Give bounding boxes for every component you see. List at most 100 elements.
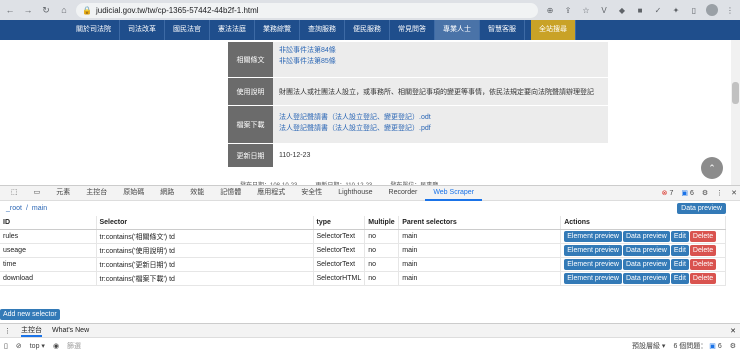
- element-preview-button[interactable]: Element preview: [564, 273, 622, 284]
- nav-item-about[interactable]: 關於司法院: [68, 20, 120, 40]
- col-type: type: [313, 216, 366, 230]
- puzzle-icon[interactable]: ✦: [670, 4, 682, 16]
- eye-icon[interactable]: ◉: [53, 342, 59, 350]
- related-link-1[interactable]: 非訟事件法第84條: [279, 45, 602, 56]
- cell-selector: tr:contains('使用說明') td: [96, 243, 314, 258]
- file-pdf-link[interactable]: 法人登記聲請書（法人設立登記、變更登記）.pdf: [279, 123, 602, 134]
- col-parent: Parent selectors: [398, 216, 562, 230]
- data-preview-row-button[interactable]: Data preview: [622, 259, 670, 270]
- scroll-to-top-button[interactable]: ⌃: [701, 157, 723, 179]
- filter-input[interactable]: 篩選: [67, 341, 624, 351]
- levels-select[interactable]: 預設層級 ▾: [632, 341, 665, 351]
- url-text: judicial.gov.tw/tw/cp-1365-57442-44b2f-1…: [95, 5, 259, 15]
- extension-icon-3[interactable]: ✓: [652, 4, 664, 16]
- tab-console[interactable]: 主控台: [78, 185, 115, 201]
- menu-icon[interactable]: ⋮: [724, 4, 736, 16]
- cell-multiple: no: [364, 229, 400, 244]
- page-content: 相關條文 非訟事件法第84條 非訟事件法第85條 使用說明 財團法人或社團法人設…: [0, 40, 740, 185]
- page-scrollbar[interactable]: [731, 40, 740, 185]
- site-search-button[interactable]: 全站搜尋: [531, 20, 576, 40]
- sidebar-toggle-icon[interactable]: ▯: [4, 342, 8, 350]
- nav-item-services[interactable]: 便民服務: [345, 20, 390, 40]
- tab-memory[interactable]: 記憶體: [212, 185, 249, 201]
- forward-icon[interactable]: →: [22, 5, 34, 15]
- data-preview-row-button[interactable]: Data preview: [622, 245, 670, 256]
- edit-button[interactable]: Edit: [670, 231, 689, 242]
- error-badge[interactable]: ⊗ 7: [662, 189, 674, 197]
- table-row: time tr:contains('更新日期') td SelectorText no…: [0, 257, 726, 272]
- web-scraper-panel: _root / main Data preview ID Selector ty…: [0, 201, 740, 320]
- tab-application[interactable]: 應用程式: [249, 185, 293, 201]
- bookmark-star-icon[interactable]: ☆: [580, 4, 592, 16]
- drawer-close-icon[interactable]: ✕: [730, 327, 736, 335]
- nav-item-faq[interactable]: 常見問答: [390, 20, 435, 40]
- related-link-2[interactable]: 非訟事件法第85條: [279, 56, 602, 67]
- data-preview-row-button[interactable]: Data preview: [622, 231, 670, 242]
- breadcrumb-main[interactable]: main: [32, 205, 47, 212]
- device-icon[interactable]: ▭: [26, 185, 49, 201]
- element-preview-button[interactable]: Element preview: [564, 231, 622, 242]
- zoom-icon[interactable]: ⊕: [544, 4, 556, 16]
- issues-link[interactable]: 6 個問題： ▣ 6: [673, 341, 721, 351]
- nav-item-constitutional-court[interactable]: 憲法法庭: [210, 20, 255, 40]
- avatar[interactable]: [706, 4, 718, 16]
- delete-button[interactable]: Delete: [689, 259, 717, 270]
- cell-actions: Element preview Data preview Edit Delete: [560, 229, 726, 244]
- address-bar[interactable]: 🔒 judicial.gov.tw/tw/cp-1365-57442-44b2f…: [76, 2, 538, 18]
- sidebar-icon[interactable]: ▯: [688, 4, 700, 16]
- nav-item-reform[interactable]: 司法改革: [120, 20, 165, 40]
- tab-security[interactable]: 安全性: [293, 185, 330, 201]
- drawer-tab-console[interactable]: 主控台: [21, 325, 42, 337]
- breadcrumb-root[interactable]: _root: [6, 205, 22, 212]
- delete-button[interactable]: Delete: [689, 245, 717, 256]
- edit-button[interactable]: Edit: [670, 273, 689, 284]
- cell-type: SelectorText: [313, 243, 366, 258]
- tab-recorder[interactable]: Recorder: [381, 185, 426, 201]
- element-preview-button[interactable]: Element preview: [564, 245, 622, 256]
- delete-button[interactable]: Delete: [689, 273, 717, 284]
- edit-button[interactable]: Edit: [670, 245, 689, 256]
- tab-network[interactable]: 網路: [152, 185, 182, 201]
- nav-item-smart-service[interactable]: 智慧客服: [480, 20, 525, 40]
- home-icon[interactable]: ⌂: [58, 5, 70, 15]
- data-preview-button[interactable]: Data preview: [677, 203, 726, 214]
- law-table: 相關條文 非訟事件法第84條 非訟事件法第85條 使用說明 財團法人或社團法人設…: [228, 42, 608, 168]
- edit-button[interactable]: Edit: [670, 259, 689, 270]
- cell-parent: main: [398, 271, 562, 286]
- drawer-menu-icon[interactable]: ⋮: [4, 327, 11, 335]
- files-key: 檔案下載: [228, 106, 273, 143]
- extension-v-icon[interactable]: V: [598, 4, 610, 16]
- tab-lighthouse[interactable]: Lighthouse: [330, 185, 380, 201]
- nav-item-citizen-judges[interactable]: 國民法官: [165, 20, 210, 40]
- context-select[interactable]: top ▾: [30, 342, 45, 350]
- tab-elements[interactable]: 元素: [48, 185, 78, 201]
- inspect-icon[interactable]: ⬚: [3, 185, 26, 201]
- settings-gear-icon[interactable]: ⚙: [702, 189, 708, 197]
- delete-button[interactable]: Delete: [689, 231, 717, 242]
- reload-icon[interactable]: ↻: [40, 5, 52, 16]
- data-preview-row-button[interactable]: Data preview: [622, 273, 670, 284]
- close-icon[interactable]: ✕: [731, 189, 737, 197]
- nav-item-query[interactable]: 查詢服務: [300, 20, 345, 40]
- cell-type: SelectorText: [313, 257, 366, 272]
- message-badge[interactable]: ▣ 6: [681, 189, 693, 197]
- tab-web-scraper[interactable]: Web Scraper: [425, 185, 483, 201]
- extension-icon[interactable]: ◆: [616, 4, 628, 16]
- back-icon[interactable]: ←: [4, 5, 16, 15]
- add-selector-button[interactable]: Add new selector: [0, 309, 60, 320]
- more-icon[interactable]: ⋮: [716, 189, 723, 197]
- selectors-table: ID Selector type Multiple Parent selecto…: [0, 216, 726, 286]
- console-settings-icon[interactable]: ⚙: [730, 342, 736, 350]
- nav-item-professionals[interactable]: 專業人士: [435, 20, 480, 40]
- element-preview-button[interactable]: Element preview: [564, 259, 622, 270]
- usage-key: 使用說明: [228, 78, 273, 105]
- extension-icon-2[interactable]: ■: [634, 4, 646, 16]
- tab-performance[interactable]: 效能: [182, 185, 212, 201]
- share-icon[interactable]: ⇪: [562, 4, 574, 16]
- clear-console-icon[interactable]: ⊘: [16, 342, 22, 350]
- tab-sources[interactable]: 原始碼: [115, 185, 152, 201]
- file-odt-link[interactable]: 法人登記聲請書（法人設立登記、變更登記）.odt: [279, 112, 602, 123]
- nav-item-business[interactable]: 業務綜覽: [255, 20, 300, 40]
- drawer-tab-whats-new[interactable]: What's New: [52, 327, 89, 334]
- cell-id: useage: [0, 243, 97, 258]
